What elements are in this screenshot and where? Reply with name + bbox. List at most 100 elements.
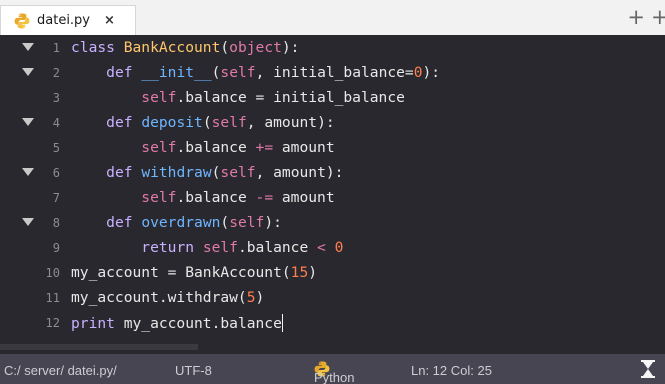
code-token: .balance xyxy=(237,239,318,256)
code-token: ( xyxy=(220,214,230,231)
code-line[interactable]: 11 my_account.withdraw(5) xyxy=(0,285,665,310)
code-token: object xyxy=(229,39,282,56)
code-line[interactable]: 12 print my_account.balance xyxy=(0,310,665,335)
code-text: def __init__(self, initial_balance=0): xyxy=(71,64,440,81)
code-token: .balance = initial_balance xyxy=(176,89,405,106)
code-text: my_account.withdraw(5) xyxy=(71,289,264,306)
status-bar: C:/ server/ datei.py/ UTF-8 Python Ln: 1… xyxy=(0,354,665,384)
fold-arrow-icon[interactable] xyxy=(22,68,34,76)
code-token: 0 xyxy=(334,239,344,256)
code-token: += xyxy=(255,139,274,156)
code-line[interactable]: 3 self.balance = initial_balance xyxy=(0,85,665,110)
code-token: amount xyxy=(273,139,335,156)
code-token: ): xyxy=(281,39,300,56)
code-token: .balance xyxy=(176,189,256,206)
code-line[interactable]: 6 def withdraw(self, amount): xyxy=(0,160,665,185)
code-token: ( xyxy=(202,114,212,131)
code-line[interactable]: 5 self.balance += amount xyxy=(0,135,665,160)
encoding-indicator[interactable]: UTF-8 xyxy=(175,363,212,378)
code-line[interactable]: 9 return self.balance < 0 xyxy=(0,235,665,260)
line-number: 6 xyxy=(52,165,60,180)
code-token: def xyxy=(106,114,142,131)
tab-bar: datei.py × + + xyxy=(0,0,665,35)
code-token: return xyxy=(141,239,203,256)
code-line[interactable]: 1 class BankAccount(object): xyxy=(0,35,665,60)
code-token: my_account.balance xyxy=(123,314,282,332)
code-token: class xyxy=(71,39,124,56)
code-token: my_account = BankAccount( xyxy=(71,264,291,281)
code-token: , amount): xyxy=(255,164,344,181)
code-token: self xyxy=(229,214,265,231)
code-token: ): xyxy=(264,214,282,231)
code-text: def overdrawn(self): xyxy=(71,214,282,231)
line-number: 11 xyxy=(45,290,60,305)
code-editor[interactable]: 1 class BankAccount(object): 2 def __init_… xyxy=(0,35,665,342)
fold-arrow-icon[interactable] xyxy=(22,168,34,176)
code-token: 0 xyxy=(413,64,423,81)
code-token: ) xyxy=(308,264,318,281)
code-token: print xyxy=(71,314,124,332)
code-token: 15 xyxy=(290,264,309,281)
code-token: .balance xyxy=(176,139,256,156)
code-token: 5 xyxy=(246,289,256,306)
line-number: 2 xyxy=(52,65,60,80)
code-text: self.balance = initial_balance xyxy=(71,89,405,106)
code-token: deposit xyxy=(141,114,203,131)
code-line[interactable]: 7 self.balance -= amount xyxy=(0,185,665,210)
tab-menu-icon[interactable]: + xyxy=(651,7,665,27)
code-token: ) xyxy=(255,289,265,306)
code-text: print my_account.balance xyxy=(71,313,283,332)
line-number: 9 xyxy=(52,240,60,255)
tab-datei-py[interactable]: datei.py × xyxy=(0,5,136,35)
code-token: def xyxy=(106,214,142,231)
code-token: -= xyxy=(255,189,274,206)
line-number: 1 xyxy=(52,40,60,55)
cursor-position[interactable]: Ln: 12 Col: 25 xyxy=(411,363,492,378)
code-text: self.balance -= amount xyxy=(71,189,334,206)
code-token: def xyxy=(106,164,142,181)
line-number: 5 xyxy=(52,140,60,155)
code-token: ( xyxy=(220,39,230,56)
language-label: Python xyxy=(314,370,355,384)
add-tab-icon[interactable]: + xyxy=(627,7,645,28)
code-text: def deposit(self, amount): xyxy=(71,114,335,131)
code-token: def xyxy=(106,64,142,81)
line-number: 4 xyxy=(52,115,60,130)
code-text: def withdraw(self, amount): xyxy=(71,164,343,181)
scrollbar-thumb[interactable] xyxy=(0,344,198,350)
code-token: self xyxy=(220,164,256,181)
code-text: self.balance += amount xyxy=(71,139,335,156)
line-number: 8 xyxy=(52,215,60,230)
code-line[interactable]: 10 my_account = BankAccount(15) xyxy=(0,260,665,285)
code-token: self xyxy=(141,189,177,206)
hourglass-icon xyxy=(641,360,655,378)
close-tab-icon[interactable]: × xyxy=(104,13,115,28)
tab-label: datei.py xyxy=(37,13,91,28)
code-token: ): xyxy=(422,64,441,81)
fold-arrow-icon[interactable] xyxy=(22,118,34,126)
file-path: C:/ server/ datei.py/ xyxy=(4,363,117,378)
line-number: 10 xyxy=(45,265,60,280)
language-indicator[interactable]: Python xyxy=(314,361,354,384)
horizontal-scrollbar[interactable] xyxy=(0,342,665,354)
code-token: self xyxy=(141,139,177,156)
code-token: my_account.withdraw( xyxy=(71,289,247,306)
code-line[interactable]: 4 def deposit(self, amount): xyxy=(0,110,665,135)
code-line[interactable]: 8 def overdrawn(self): xyxy=(0,210,665,235)
code-token: , initial_balance= xyxy=(255,64,414,81)
code-line[interactable]: 2 def __init__(self, initial_balance=0): xyxy=(0,60,665,85)
code-token: self xyxy=(220,64,256,81)
code-token: __init__ xyxy=(141,64,212,81)
code-text: class BankAccount(object): xyxy=(71,39,299,56)
code-text: my_account = BankAccount(15) xyxy=(71,264,317,281)
python-icon xyxy=(14,13,30,28)
fold-arrow-icon[interactable] xyxy=(22,43,34,51)
fold-arrow-icon[interactable] xyxy=(22,218,34,226)
